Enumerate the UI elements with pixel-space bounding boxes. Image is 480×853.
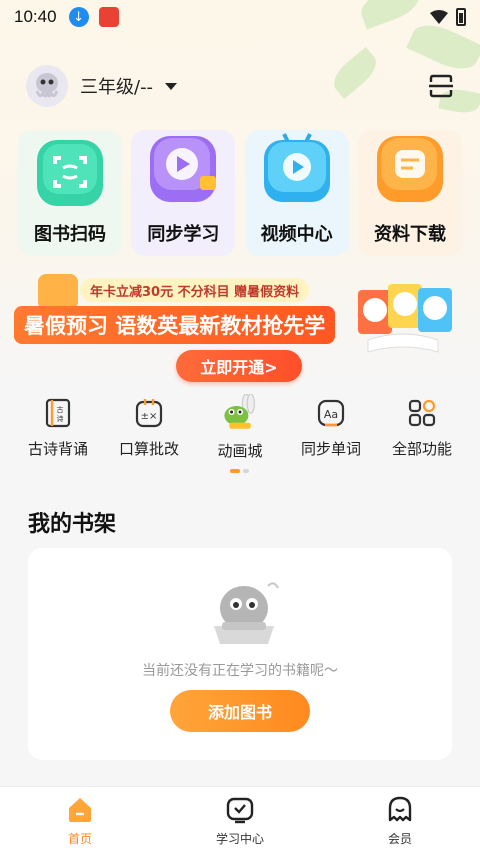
feature-tiles: 图书扫码 同步学习 视频中心 资料下载 <box>18 130 462 256</box>
shortcut-label: 全部功能 <box>391 440 452 458</box>
gift-icon <box>38 274 78 310</box>
tile-label: 图书扫码 <box>34 224 106 245</box>
tab-home[interactable]: 首页 <box>20 794 140 847</box>
home-icon <box>69 797 91 822</box>
svg-text:Aa: Aa <box>324 408 338 421</box>
play-study-icon <box>150 136 217 202</box>
tile-book-scan[interactable]: 图书扫码 <box>18 130 122 256</box>
word-icon: Aa <box>317 399 345 427</box>
download-notification-icon: ↓ <box>68 7 89 27</box>
empty-mascot-icon <box>214 582 279 644</box>
page-dot-active <box>230 469 240 473</box>
shortcut-label: 古诗背诵 <box>27 440 88 458</box>
scan-icon <box>429 74 453 98</box>
tab-label: 学习中心 <box>215 831 264 846</box>
app-notification-icon <box>98 7 119 27</box>
bookshelf-title: 我的书架 <box>28 512 117 537</box>
header: 三年级/-- <box>26 64 456 108</box>
svg-text:±×: ±× <box>141 411 158 422</box>
shortcut-label: 口算批改 <box>118 440 179 458</box>
textbooks-illustration-icon <box>358 284 452 353</box>
shortcut-poem[interactable]: 古 诗 古诗背诵 <box>14 398 102 464</box>
avatar[interactable] <box>26 65 68 107</box>
status-bar: 10:40 ↓ <box>0 0 480 34</box>
tile-label: 资料下载 <box>373 224 446 245</box>
shortcut-label: 动画城 <box>217 442 263 460</box>
page-indicator <box>230 469 249 473</box>
wifi-icon <box>430 10 448 24</box>
promo-banner[interactable]: 年卡立减30元 不分科目 赠暑假资料 暑假预习 语数英最新教材抢先学 立即开通> <box>0 266 480 384</box>
bookshelf-card: 当前还没有正在学习的书籍呢～ 添加图书 <box>28 548 452 760</box>
tab-member[interactable]: 会员 <box>340 794 460 847</box>
tile-download[interactable]: 资料下载 <box>357 130 462 256</box>
chevron-down-icon[interactable] <box>165 82 178 90</box>
shortcut-calc[interactable]: ±× 口算批改 <box>105 398 193 464</box>
grade-selector[interactable]: 三年级/-- <box>80 73 153 99</box>
tile-sync-study[interactable]: 同步学习 <box>131 130 236 256</box>
video-tv-icon <box>263 133 330 202</box>
tab-label: 会员 <box>387 831 412 846</box>
tile-label: 同步学习 <box>147 224 220 245</box>
add-book-button[interactable]: 添加图书 <box>170 690 310 732</box>
tab-study-center[interactable]: 学习中心 <box>180 794 300 847</box>
grid-icon <box>408 399 436 427</box>
bottom-tab-bar: 首页 学习中心 会员 <box>0 786 480 853</box>
tab-label: 首页 <box>67 831 92 846</box>
banner-cta-button[interactable]: 立即开通> <box>176 350 302 382</box>
page-dot <box>243 469 249 473</box>
shortcut-cartoon[interactable]: 动画城 <box>196 394 284 464</box>
shortcut-row: 古 诗 古诗背诵 ±× 口算批改 动画城 Aa 同步单词 全部功能 <box>14 394 466 464</box>
tv-icon <box>226 797 254 823</box>
ghost-icon <box>388 796 412 821</box>
shortcut-label: 同步单词 <box>300 440 361 458</box>
tile-label: 视频中心 <box>260 224 333 245</box>
svg-text:古: 古 <box>57 405 64 414</box>
empty-shelf-text: 当前还没有正在学习的书籍呢～ <box>142 663 338 679</box>
shortcut-all[interactable]: 全部功能 <box>378 398 466 464</box>
scan-book-icon <box>37 140 103 206</box>
document-download-icon <box>376 136 443 202</box>
octopus-avatar-icon <box>35 73 59 98</box>
banner-title: 暑假预习 语数英最新教材抢先学 <box>14 306 336 344</box>
battery-icon <box>456 8 466 26</box>
tile-video-center[interactable]: 视频中心 <box>244 130 349 256</box>
svg-text:诗: 诗 <box>57 414 64 423</box>
poem-book-icon: 古 诗 <box>45 398 71 428</box>
cartoon-icon <box>224 394 255 429</box>
shortcut-words[interactable]: Aa 同步单词 <box>287 398 375 464</box>
banner-subtitle: 年卡立减30元 不分科目 赠暑假资料 <box>80 278 310 302</box>
calculator-icon: ±× <box>135 399 163 428</box>
status-time: 10:40 <box>14 7 57 26</box>
scan-button[interactable] <box>426 71 456 101</box>
